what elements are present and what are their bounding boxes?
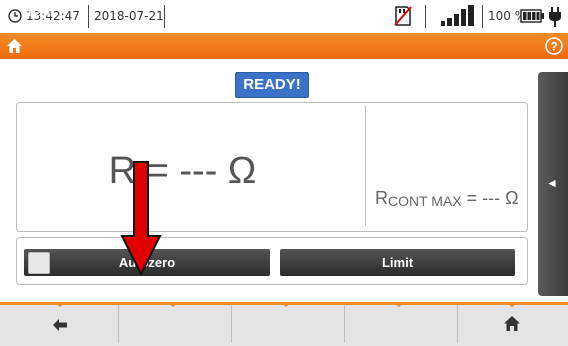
max-resistance-reading: RCONT MAX = --- Ω: [375, 188, 519, 209]
status-separator: [164, 5, 165, 28]
back-arrow-icon[interactable]: [52, 318, 68, 332]
annotation-arrow-icon: [120, 161, 162, 277]
bottom-separator: [344, 305, 345, 343]
title-bar: [0, 33, 568, 59]
side-panel-toggle[interactable]: ◄: [538, 72, 568, 296]
battery-icon: [520, 9, 544, 23]
bottom-separator: [231, 305, 232, 343]
max-value: = --- Ω: [461, 188, 519, 208]
max-label-subscript: CONT MAX: [388, 193, 462, 209]
status-separator: [482, 5, 483, 28]
svg-text:?: ?: [550, 40, 557, 54]
status-separator: [88, 5, 89, 28]
clock-icon: [8, 9, 22, 23]
page-title: RCONT: [28, 7, 53, 19]
title-subscript: CONT: [35, 12, 53, 18]
signal-strength-icon: [441, 5, 474, 26]
home-icon[interactable]: [6, 38, 23, 54]
bottom-separator: [457, 305, 458, 343]
ready-badge: READY!: [235, 72, 309, 98]
max-label-main: R: [375, 188, 388, 208]
bottom-navigation: [0, 302, 568, 346]
result-divider: [365, 106, 366, 226]
status-date: 2018-07-21: [94, 9, 164, 23]
title-main: R: [28, 7, 36, 19]
side-tab-arrow: ◄: [546, 176, 558, 190]
power-plug-icon: [549, 7, 561, 27]
bottom-separator: [118, 305, 119, 343]
status-separator: [425, 5, 426, 28]
resistance-reading: R = --- Ω: [108, 150, 257, 192]
autozero-checkbox[interactable]: [28, 252, 50, 274]
no-sd-card-icon: [394, 6, 412, 26]
limit-button[interactable]: Limit: [280, 249, 515, 276]
bottom-bar-notches: [54, 302, 518, 307]
home-icon[interactable]: [503, 315, 521, 332]
help-icon[interactable]: ?: [545, 37, 563, 55]
